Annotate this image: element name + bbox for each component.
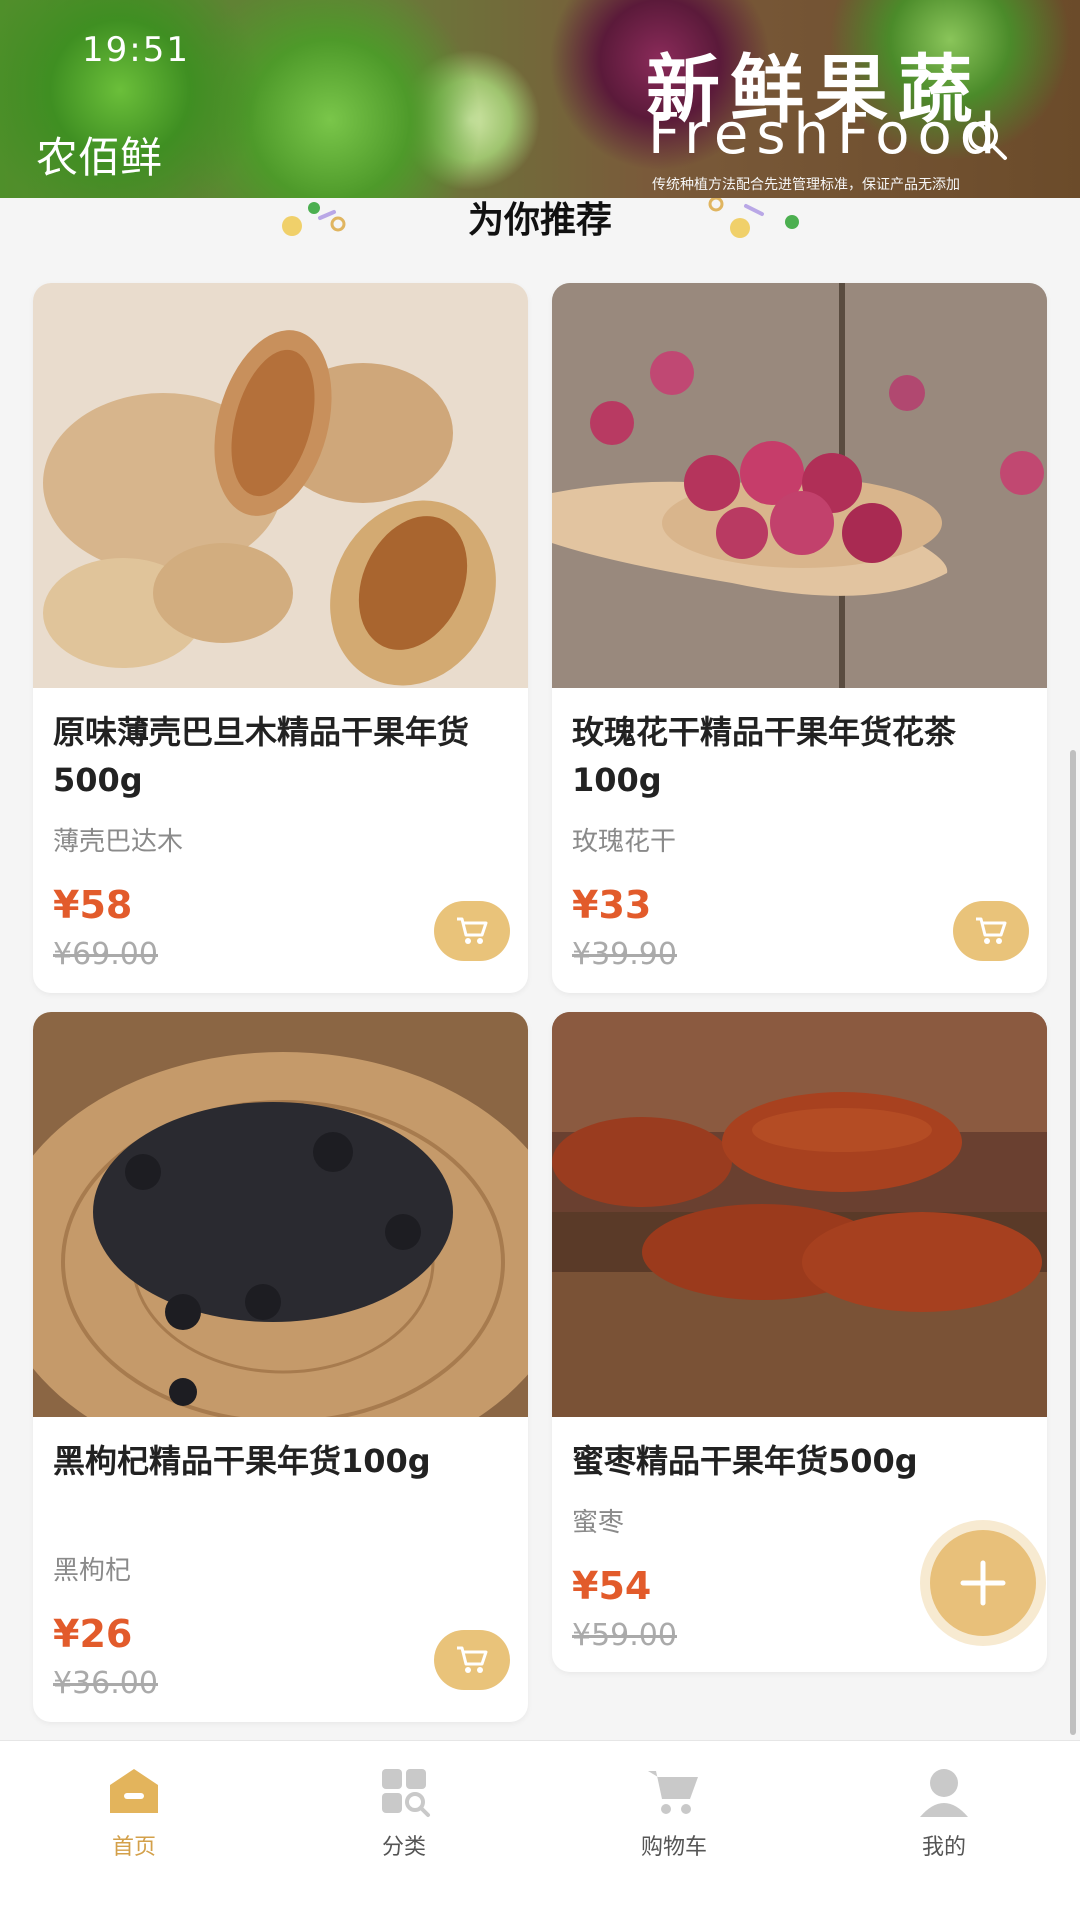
category-icon (382, 1769, 430, 1817)
cart-icon (457, 1646, 488, 1673)
product-old-price: ¥59.00 (572, 1618, 677, 1653)
product-card[interactable]: 黑枸杞精品干果年货100g 黑枸杞 ¥26 ¥36.00 (33, 1012, 528, 1722)
product-old-price: ¥36.00 (53, 1666, 158, 1701)
product-subtitle: 薄壳巴达木 (53, 827, 184, 857)
bottom-tab-bar: 首页 分类 购物车 我的 (0, 1740, 1080, 1921)
tab-category-label: 分类 (381, 1835, 426, 1860)
product-name: 玫瑰花干精品干果年货花茶100g (572, 713, 957, 799)
vertical-scrollbar[interactable] (1070, 750, 1076, 1735)
product-price: ¥54 (572, 1564, 652, 1608)
add-to-cart-button[interactable] (434, 1630, 510, 1690)
home-icon (110, 1769, 158, 1813)
cart-icon (976, 917, 1007, 944)
tab-cart-label: 购物车 (640, 1835, 707, 1860)
product-subtitle: 黑枸杞 (53, 1556, 132, 1586)
hero-banner[interactable]: 19:51 农佰鲜 新鲜果蔬 FreshFood 传统种植方法配合先进管理标准，… (0, 0, 1080, 198)
add-to-cart-button[interactable] (953, 901, 1029, 961)
product-old-price: ¥69.00 (53, 937, 158, 972)
product-name: 原味薄壳巴旦木精品干果年货500g (53, 713, 470, 799)
user-icon (920, 1769, 968, 1817)
product-subtitle: 蜜枣 (572, 1508, 625, 1538)
product-card[interactable]: 玫瑰花干精品干果年货花茶100g 玫瑰花干 ¥33 ¥39.90 (552, 283, 1047, 993)
product-subtitle: 玫瑰花干 (572, 827, 677, 857)
banner-slogan: 传统种植方法配合先进管理标准，保证产品无添加 (652, 177, 960, 193)
add-to-cart-button[interactable] (434, 901, 510, 961)
product-image-almond (33, 283, 528, 688)
decoration-dots-icon (708, 198, 799, 238)
banner-title-en: FreshFood (648, 102, 1004, 167)
product-price: ¥26 (53, 1612, 133, 1656)
tab-profile[interactable]: 我的 (854, 1761, 1034, 1871)
product-price: ¥58 (53, 883, 133, 927)
section-title: 为你推荐 (467, 200, 612, 241)
cart-icon (648, 1771, 698, 1814)
plus-icon (960, 1560, 1006, 1606)
product-image-dates (552, 1012, 1047, 1417)
brand-name: 农佰鲜 (36, 133, 163, 182)
product-name: 黑枸杞精品干果年货100g (53, 1442, 431, 1480)
tab-profile-label: 我的 (921, 1835, 966, 1860)
product-price: ¥33 (572, 883, 652, 927)
tab-home[interactable]: 首页 (44, 1761, 224, 1871)
product-image-rose (552, 283, 1047, 688)
tab-category[interactable]: 分类 (314, 1761, 494, 1871)
cart-icon (457, 917, 488, 944)
status-time: 19:51 (82, 30, 190, 70)
product-card[interactable]: 原味薄壳巴旦木精品干果年货500g 薄壳巴达木 ¥58 ¥69.00 (33, 283, 528, 993)
search-icon[interactable] (965, 118, 1009, 162)
product-name: 蜜枣精品干果年货500g (572, 1442, 918, 1480)
tab-cart[interactable]: 购物车 (584, 1761, 764, 1871)
product-image-black-goji (33, 1012, 528, 1417)
product-old-price: ¥39.90 (572, 937, 677, 972)
tab-home-label: 首页 (111, 1835, 156, 1860)
floating-add-button[interactable] (930, 1530, 1036, 1636)
